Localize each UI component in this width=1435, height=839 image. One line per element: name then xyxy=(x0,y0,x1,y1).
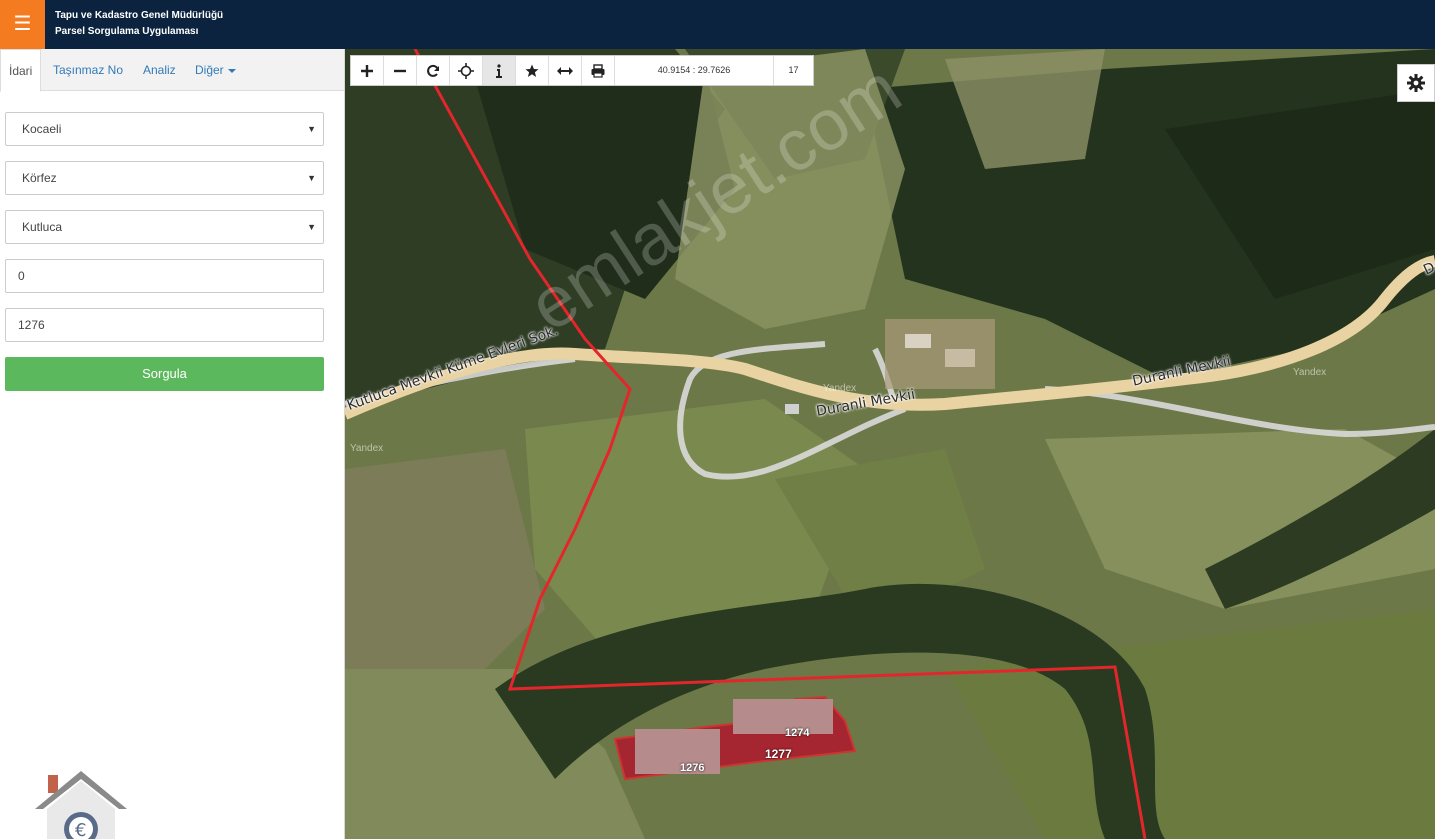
parsel-input-value: 1276 xyxy=(18,318,45,332)
dropdown-arrow-icon: ▼ xyxy=(307,173,316,183)
il-select-value: Kocaeli xyxy=(22,122,62,136)
caret-down-icon xyxy=(227,68,236,73)
mahalle-select[interactable]: Kutluca ▼ xyxy=(5,210,324,244)
dropdown-arrow-icon: ▼ xyxy=(307,222,316,232)
parcel-label[interactable]: 1277 xyxy=(765,747,792,761)
ada-input[interactable]: 0 xyxy=(5,259,324,293)
map-attribution: Yandex xyxy=(1293,367,1327,378)
zoom-out-icon[interactable] xyxy=(384,56,417,85)
gear-icon[interactable] xyxy=(1397,64,1435,102)
mahalle-select-value: Kutluca xyxy=(22,220,63,234)
svg-text:€: € xyxy=(75,820,86,839)
app-title-line2: Parsel Sorgulama Uygulaması xyxy=(55,26,199,37)
print-icon[interactable] xyxy=(582,56,615,85)
dropdown-arrow-icon: ▼ xyxy=(307,124,316,134)
tab-idari[interactable]: İdari xyxy=(0,49,42,92)
ilce-select-value: Körfez xyxy=(22,171,57,185)
app-title: Tapu ve Kadastro Genel Müdürlüğü Parsel … xyxy=(55,8,223,40)
parcel-label[interactable]: 1276 xyxy=(680,762,704,774)
refresh-icon[interactable] xyxy=(417,56,450,85)
il-select[interactable]: Kocaeli ▼ xyxy=(5,112,324,146)
parcel-label[interactable]: 1274 xyxy=(785,727,809,739)
tab-bar: İdari Taşınmaz No Analiz Diğer xyxy=(0,49,344,92)
house-logo-icon: € xyxy=(35,771,127,839)
coordinates-display: 40.9154 : 29.7626 xyxy=(615,56,774,85)
map-attribution: Yandex xyxy=(823,383,857,394)
tab-diger-label: Diğer xyxy=(195,63,224,77)
tab-analiz[interactable]: Analiz xyxy=(143,49,176,91)
ilce-select[interactable]: Körfez ▼ xyxy=(5,161,324,195)
tab-tasinmaz-no[interactable]: Taşınmaz No xyxy=(53,49,123,91)
measure-icon[interactable] xyxy=(549,56,582,85)
sidebar: İdari Taşınmaz No Analiz Diğer Kocaeli ▼… xyxy=(0,49,345,839)
app-title-line1: Tapu ve Kadastro Genel Müdürlüğü xyxy=(55,10,224,21)
map-view[interactable]: Kutluca Mevkii Küme Evleri Sok. Duranli … xyxy=(345,49,1435,839)
parsel-input[interactable]: 1276 xyxy=(5,308,324,342)
tab-diger[interactable]: Diğer xyxy=(195,49,236,91)
app-header: ☰ Tapu ve Kadastro Genel Müdürlüğü Parse… xyxy=(0,0,1435,49)
zoom-in-icon[interactable] xyxy=(351,56,384,85)
satellite-map xyxy=(345,49,1435,839)
zoom-level-display: 17 xyxy=(788,65,799,75)
info-icon[interactable] xyxy=(483,56,516,85)
map-attribution: Yandex xyxy=(350,443,384,454)
star-icon[interactable] xyxy=(516,56,549,85)
hamburger-icon[interactable]: ☰ xyxy=(0,0,45,49)
map-toolbar: 40.9154 : 29.7626 17 xyxy=(350,55,814,86)
ada-input-value: 0 xyxy=(18,269,25,283)
locate-icon[interactable] xyxy=(450,56,483,85)
sorgula-button[interactable]: Sorgula xyxy=(5,357,324,391)
